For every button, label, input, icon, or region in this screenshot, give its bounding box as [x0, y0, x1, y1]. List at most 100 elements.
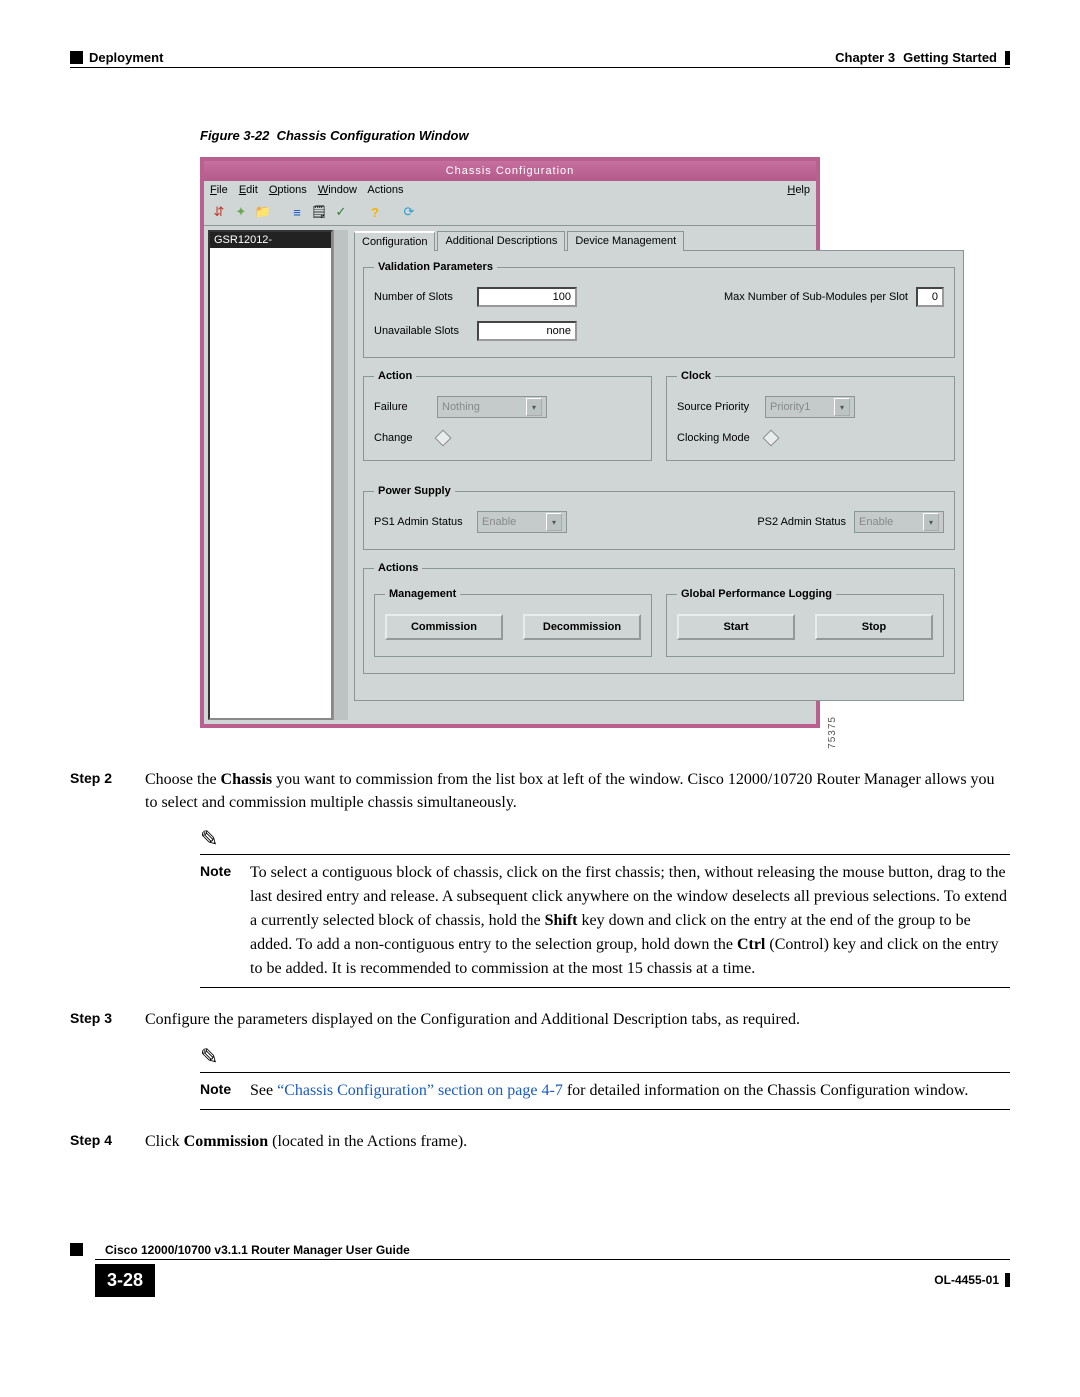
- step-4: Step 4 Click Commission (located in the …: [70, 1130, 1010, 1153]
- page-footer: Cisco 12000/10700 v3.1.1 Router Manager …: [70, 1243, 1010, 1297]
- chevron-down-icon: ▾: [546, 513, 562, 531]
- num-slots-value: 100: [477, 287, 577, 307]
- note-1: ✎ Note To select a contiguous block of c…: [200, 826, 1010, 988]
- management-legend: Management: [385, 588, 460, 600]
- note-label: Note: [200, 861, 250, 981]
- note-label: Note: [200, 1079, 250, 1103]
- footer-bar-icon: [1005, 1273, 1010, 1287]
- ps2-dropdown[interactable]: Enable ▾: [854, 511, 944, 533]
- validation-legend: Validation Parameters: [374, 261, 497, 273]
- toolbar: ⇵ ✦ 📁 ≡ 🗒 ✓ ? ⟳: [204, 199, 816, 226]
- tab-device-management[interactable]: Device Management: [567, 231, 684, 251]
- chevron-down-icon: ▾: [923, 513, 939, 531]
- note-body: To select a contiguous block of chassis,…: [250, 861, 1010, 981]
- menubar: File Edit Options Window Actions Help: [204, 181, 816, 199]
- step-body: Configure the parameters displayed on th…: [145, 1008, 1010, 1031]
- action-legend: Action: [374, 370, 416, 382]
- menu-file[interactable]: File: [210, 184, 228, 196]
- ps1-value: Enable: [482, 516, 516, 528]
- toolbar-icon-help[interactable]: ?: [366, 203, 384, 221]
- decommission-button[interactable]: Decommission: [523, 614, 641, 640]
- clock-legend: Clock: [677, 370, 715, 382]
- validation-parameters-group: Validation Parameters Number of Slots 10…: [363, 261, 955, 358]
- step-body: Click Commission (located in the Actions…: [145, 1130, 1010, 1153]
- toolbar-icon-6[interactable]: ✓: [332, 203, 350, 221]
- unavail-value: none: [477, 321, 577, 341]
- note-icon: ✎: [200, 826, 1010, 852]
- menu-help[interactable]: Help: [787, 184, 810, 196]
- header-square-icon: [70, 51, 83, 64]
- chassis-listbox[interactable]: GSR12012-: [208, 230, 333, 720]
- doc-id: OL-4455-01: [934, 1273, 999, 1287]
- stop-button[interactable]: Stop: [815, 614, 933, 640]
- step-label: Step 3: [70, 1008, 145, 1031]
- step-3: Step 3 Configure the parameters displaye…: [70, 1008, 1010, 1031]
- ps2-value: Enable: [859, 516, 893, 528]
- window-title: Chassis Configuration: [446, 165, 575, 177]
- tab-additional-descriptions[interactable]: Additional Descriptions: [437, 231, 565, 251]
- src-priority-value: Priority1: [770, 401, 810, 413]
- failure-label: Failure: [374, 401, 429, 413]
- menu-window[interactable]: Window: [318, 184, 357, 196]
- chevron-down-icon: ▾: [834, 398, 850, 416]
- list-item[interactable]: GSR12012-: [210, 232, 331, 248]
- page-number: 3-28: [95, 1264, 155, 1297]
- step-2: Step 2 Choose the Chassis you want to co…: [70, 768, 1010, 814]
- commission-button[interactable]: Commission: [385, 614, 503, 640]
- max-sub-label: Max Number of Sub-Modules per Slot: [724, 291, 908, 303]
- management-group: Management Commission Decommission: [374, 588, 652, 657]
- toolbar-icon-5[interactable]: 🗒: [310, 203, 328, 221]
- src-priority-dropdown[interactable]: Priority1 ▾: [765, 396, 855, 418]
- toolbar-icon-2[interactable]: ✦: [232, 203, 250, 221]
- window-titlebar: Chassis Configuration: [204, 161, 816, 181]
- chassis-config-window: Chassis Configuration File Edit Options …: [200, 157, 820, 728]
- figure-title: Chassis Configuration Window: [277, 128, 469, 143]
- toolbar-icon-refresh[interactable]: ⟳: [400, 203, 418, 221]
- failure-dropdown[interactable]: Nothing ▾: [437, 396, 547, 418]
- menu-edit[interactable]: Edit: [239, 184, 258, 196]
- figure-label: Figure 3-22: [200, 128, 269, 143]
- note-icon: ✎: [200, 1044, 1010, 1070]
- unavail-label: Unavailable Slots: [374, 325, 469, 337]
- src-priority-label: Source Priority: [677, 401, 757, 413]
- figure-caption: Figure 3-22 Chassis Configuration Window: [200, 128, 1010, 143]
- step-label: Step 2: [70, 768, 145, 814]
- step-body: Choose the Chassis you want to commissio…: [145, 768, 1010, 814]
- chapter-title: Getting Started: [903, 50, 997, 65]
- ps1-label: PS1 Admin Status: [374, 516, 469, 528]
- chapter-number: Chapter 3: [835, 50, 895, 65]
- power-supply-group: Power Supply PS1 Admin Status Enable ▾ P…: [363, 485, 955, 550]
- chevron-down-icon: ▾: [526, 398, 542, 416]
- page-header: Deployment Chapter 3 Getting Started: [70, 50, 1010, 68]
- toolbar-icon-4[interactable]: ≡: [288, 203, 306, 221]
- power-legend: Power Supply: [374, 485, 455, 497]
- header-bar-icon: [1005, 51, 1010, 65]
- failure-value: Nothing: [442, 401, 480, 413]
- menu-options[interactable]: Options: [269, 184, 307, 196]
- section-name: Deployment: [89, 50, 163, 65]
- menu-actions[interactable]: Actions: [367, 184, 403, 196]
- cross-reference-link[interactable]: “Chassis Configuration” section on page …: [277, 1082, 563, 1099]
- clocking-mode-label: Clocking Mode: [677, 432, 757, 444]
- action-group: Action Failure Nothing ▾ Change: [363, 370, 652, 461]
- toolbar-icon-3[interactable]: 📁: [254, 203, 272, 221]
- actions-legend: Actions: [374, 562, 422, 574]
- ps1-dropdown[interactable]: Enable ▾: [477, 511, 567, 533]
- footer-square-icon: [70, 1243, 83, 1256]
- start-button[interactable]: Start: [677, 614, 795, 640]
- footer-guide-title: Cisco 12000/10700 v3.1.1 Router Manager …: [95, 1243, 1010, 1260]
- change-toggle[interactable]: [435, 430, 452, 447]
- clocking-mode-toggle[interactable]: [763, 430, 780, 447]
- note-2: ✎ Note See “Chassis Configuration” secti…: [200, 1044, 1010, 1110]
- actions-group: Actions Management Commission Decommissi…: [363, 562, 955, 674]
- clock-group: Clock Source Priority Priority1 ▾ Clocki…: [666, 370, 955, 461]
- global-perf-logging-group: Global Performance Logging Start Stop: [666, 588, 944, 657]
- change-label: Change: [374, 432, 429, 444]
- gpl-legend: Global Performance Logging: [677, 588, 836, 600]
- toolbar-icon-1[interactable]: ⇵: [210, 203, 228, 221]
- figure-id-number: 75375: [827, 716, 838, 749]
- listbox-scrollbar[interactable]: [333, 230, 348, 720]
- note-body: See “Chassis Configuration” section on p…: [250, 1079, 1010, 1103]
- step-label: Step 4: [70, 1130, 145, 1153]
- tab-configuration[interactable]: Configuration: [354, 231, 435, 251]
